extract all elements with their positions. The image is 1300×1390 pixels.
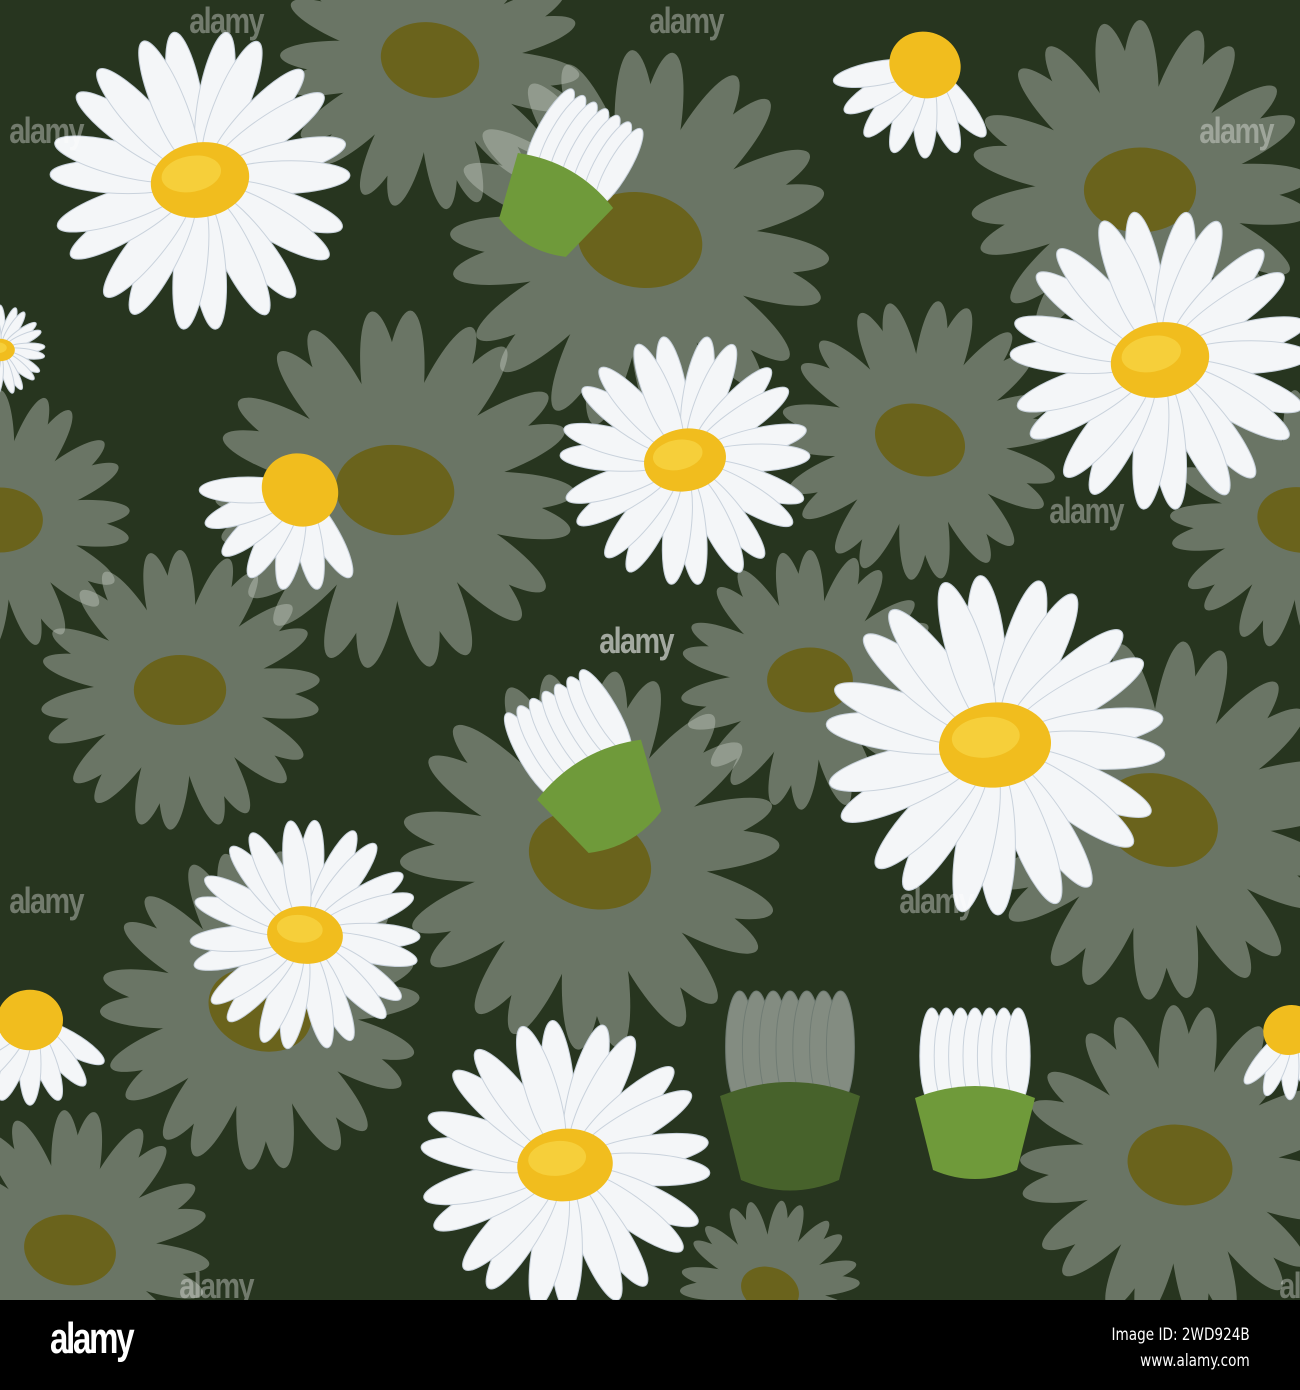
watermark-text: alamy bbox=[599, 620, 674, 661]
daisy-bud bbox=[720, 990, 860, 1191]
watermark-text: alamy bbox=[189, 0, 264, 41]
image-meta: Image ID: 2WD924B www.alamy.com bbox=[1112, 1322, 1250, 1374]
daisy-flower bbox=[0, 304, 46, 396]
watermark-text: alamy bbox=[9, 880, 84, 921]
daisy-bud bbox=[915, 1007, 1035, 1179]
faded-daisy bbox=[680, 1200, 860, 1300]
daisy-flower bbox=[420, 1020, 711, 1300]
watermark-text: alamy bbox=[899, 880, 974, 921]
watermark-text: alamy bbox=[1049, 490, 1124, 531]
watermark-text: alamy bbox=[649, 0, 724, 41]
faded-daisy bbox=[1020, 1005, 1300, 1300]
side-daisy bbox=[0, 989, 105, 1106]
watermark-text: alamy bbox=[1199, 110, 1274, 151]
watermark-text: alamy bbox=[9, 110, 84, 151]
image-id: Image ID: 2WD924B bbox=[1111, 1325, 1250, 1345]
site-url[interactable]: www.alamy.com bbox=[1112, 1348, 1250, 1374]
stock-image: alamy alamy alamy alamy alamy alamy alamy alamy… bbox=[0, 0, 1300, 1390]
alamy-logo[interactable]: alamy bbox=[50, 1314, 135, 1364]
footer-bar: alamy Image ID: 2WD924B www.alamy.com bbox=[0, 1300, 1300, 1390]
